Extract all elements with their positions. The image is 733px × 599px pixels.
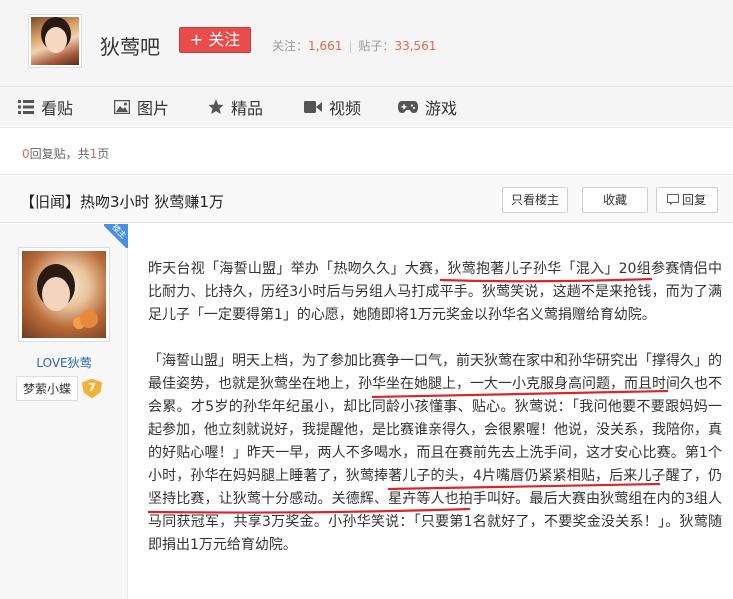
forum-name[interactable]: 狄莺吧 <box>100 31 160 60</box>
video-icon <box>304 101 322 113</box>
reply-middle-text: 回复贴，共 <box>29 147 90 161</box>
level-badge: 7 <box>82 378 103 399</box>
favorite-button[interactable]: 收藏 <box>582 187 648 213</box>
post-paragraph: 「海誓山盟」明天上档，为了参加比赛争一口气，前天狄莺在家中和孙华研究出「撑得久」… <box>148 353 722 553</box>
nav-label: 精品 <box>231 99 264 118</box>
forum-avatar[interactable] <box>28 14 82 68</box>
star-icon <box>208 99 224 114</box>
posts-count: 33,561 <box>394 39 437 53</box>
forum-nav: 看贴 图片 精品 视频 游戏 <box>0 86 733 126</box>
nav-item-games[interactable]: 游戏 <box>398 97 458 118</box>
post-content: 昨天台视「海誓山盟」举办「热吻久久」大赛，狄莺抱著儿子孙华「混入」20组参赛情侣… <box>148 258 722 580</box>
page-suffix: 页 <box>97 147 110 161</box>
author-avatar[interactable] <box>18 247 110 342</box>
nav-label: 看贴 <box>41 99 74 118</box>
only-author-button[interactable]: 只看楼主 <box>502 187 568 213</box>
nav-label: 游戏 <box>425 99 458 118</box>
thread-title-bar: 【旧闻】热吻3小时 狄莺赚1万 只看楼主 收藏 回复 <box>0 176 733 223</box>
followers-label: 关注： <box>272 39 309 53</box>
reply-count: 0 <box>22 147 30 161</box>
followers-count: 1,661 <box>308 39 343 53</box>
reply-info-bar: 0回复贴，共1页 <box>0 127 733 175</box>
author-panel: 楼主 LOVE狄莺 梦萦小蝶 7 <box>0 224 128 599</box>
gamepad-icon <box>398 101 418 113</box>
nav-item-posts[interactable]: 看贴 <box>18 97 74 118</box>
forum-header: 狄莺吧 + 关注 关注：1,661 | 贴子：33,561 <box>0 0 733 86</box>
reply-button[interactable]: 回复 <box>656 187 718 213</box>
rank-name[interactable]: 梦萦小蝶 <box>16 376 79 401</box>
reply-info: 0回复贴，共1页 <box>22 145 109 162</box>
author-rank: 梦萦小蝶 7 <box>16 376 103 401</box>
author-name[interactable]: LOVE狄莺 <box>0 354 128 371</box>
nav-item-videos[interactable]: 视频 <box>304 97 362 118</box>
reply-label: 回复 <box>681 193 706 207</box>
list-icon <box>18 100 34 114</box>
forum-stats: 关注：1,661 | 贴子：33,561 <box>272 39 437 53</box>
nav-label: 视频 <box>329 99 362 118</box>
posts-label: 贴子： <box>358 39 395 53</box>
image-icon <box>114 100 130 114</box>
nav-item-images[interactable]: 图片 <box>114 97 170 118</box>
nav-item-featured[interactable]: 精品 <box>208 97 264 118</box>
nav-label: 图片 <box>137 99 170 118</box>
follow-button[interactable]: + 关注 <box>179 27 251 53</box>
thread-starter-badge: 楼主 <box>104 224 128 248</box>
reply-icon <box>667 194 679 206</box>
post-paragraph: 昨天台视「海誓山盟」举办「热吻久久」大赛，狄莺抱著儿子孙华「混入」20组参赛情侣… <box>148 261 722 323</box>
thread-title: 【旧闻】热吻3小时 狄莺赚1万 <box>20 193 224 211</box>
